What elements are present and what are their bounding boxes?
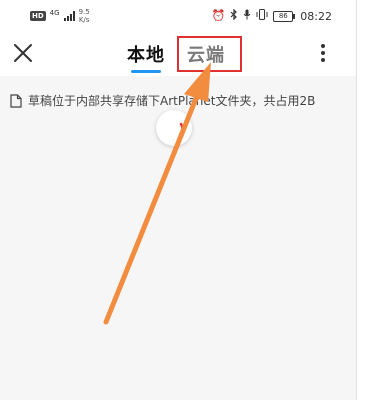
- speed-unit: K/s: [78, 16, 90, 24]
- more-vert-icon: [316, 44, 330, 62]
- tab-local-label: 本地: [127, 45, 165, 66]
- speed-value: 9.5: [78, 8, 90, 16]
- hd-badge: HD: [30, 11, 46, 21]
- storage-info: 草稿位于内部共享存储下ArtPlanet文件夹，共占用2B: [10, 92, 315, 109]
- storage-info-text: 草稿位于内部共享存储下ArtPlanet文件夹，共占用2B: [28, 94, 316, 108]
- bluetooth-icon: [230, 8, 238, 23]
- active-tab-indicator: [131, 70, 161, 73]
- alarm-icon: ⏰: [211, 9, 226, 22]
- more-button[interactable]: [316, 42, 330, 66]
- loading-spinner: [156, 110, 192, 146]
- content-area: 草稿位于内部共享存储下ArtPlanet文件夹，共占用2B: [0, 76, 356, 400]
- network-type: 4G: [49, 8, 60, 17]
- highlight-box: [177, 36, 242, 72]
- phone-screen: HD 4G 9.5 K/s ⏰ 86 08:22 本地 云端 草稿位于内部共享存…: [0, 0, 357, 400]
- close-button[interactable]: [12, 42, 34, 64]
- battery-icon: 86: [273, 10, 296, 22]
- clock: 08:22: [300, 9, 332, 23]
- app-header: 本地 云端: [0, 32, 356, 76]
- signal-icon: [63, 11, 75, 21]
- document-icon: [10, 93, 22, 108]
- tab-local[interactable]: 本地: [127, 41, 165, 73]
- mic-icon: [243, 9, 251, 23]
- status-left: HD 4G 9.5 K/s: [30, 8, 90, 24]
- status-right: ⏰ 86 08:22: [211, 8, 332, 23]
- close-icon: [14, 44, 32, 62]
- status-bar: HD 4G 9.5 K/s ⏰ 86 08:22: [0, 0, 356, 32]
- network-speed: 9.5 K/s: [79, 8, 90, 24]
- vibrate-icon: [256, 9, 268, 23]
